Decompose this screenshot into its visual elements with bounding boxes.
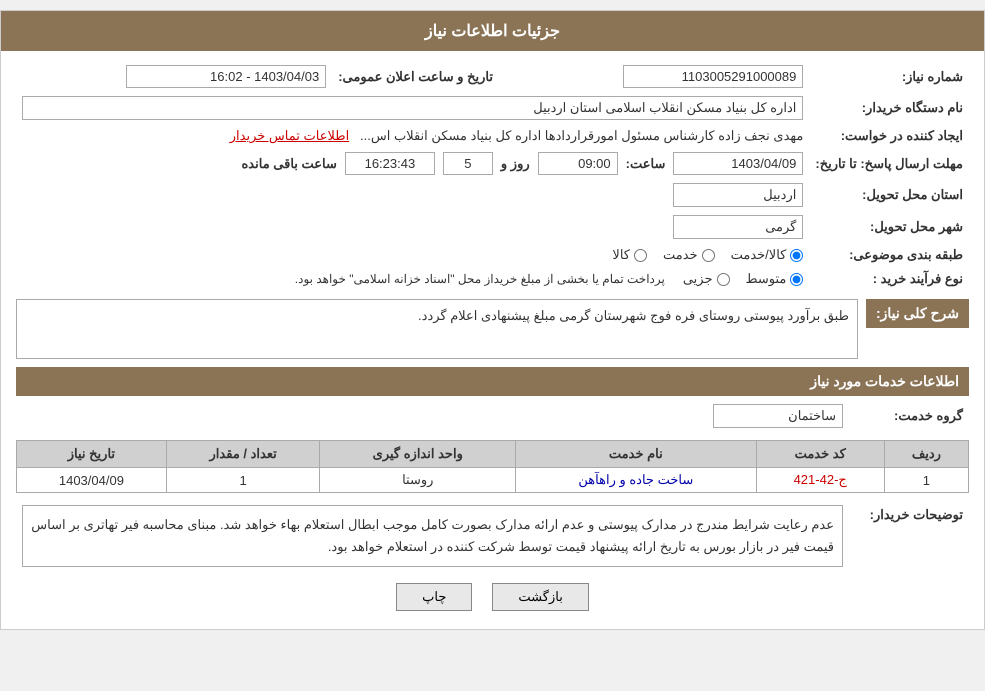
table-row: 1 ج-42-421 ساخت جاده و راهآهن روستا 1 14… (17, 468, 969, 493)
service-group-input: ساختمان (713, 404, 843, 428)
city-input: گرمی (673, 215, 803, 239)
col-date: تاریخ نیاز (17, 441, 167, 468)
category-label: طبقه بندی موضوعی: (809, 243, 969, 267)
description-section-title: شرح کلی نیاز: (866, 299, 969, 328)
city-label: شهر محل تحویل: (809, 211, 969, 243)
buyer-notes-label: توضیحات خریدار: (849, 501, 969, 571)
description-container: طبق برآورد پیوستی روستای فره فوج شهرستان… (16, 299, 858, 359)
need-number-input: 1103005291000089 (623, 65, 803, 88)
content-area: شماره نیاز: 1103005291000089 تاریخ و ساع… (1, 51, 984, 629)
services-table: ردیف کد خدمت نام خدمت واحد اندازه گیری ت… (16, 440, 969, 493)
deadline-time-label: ساعت: (626, 156, 666, 172)
col-unit: واحد اندازه گیری (320, 441, 516, 468)
process-value: جزیی متوسط پرداخت تمام یا بخشی از مبلغ خ… (16, 267, 809, 291)
buyer-org-value: اداره کل بنیاد مسکن انقلاب اسلامی استان … (16, 92, 809, 124)
deadline-day-label: روز و (501, 156, 530, 172)
page-header: جزئیات اطلاعات نیاز (1, 11, 984, 51)
process-radio-jozi[interactable] (717, 273, 730, 286)
cell-name: ساخت جاده و راهآهن (516, 468, 757, 493)
col-qty: تعداد / مقدار (166, 441, 320, 468)
category-radio-both[interactable] (790, 249, 803, 262)
category-option-2[interactable]: خدمت (663, 247, 715, 263)
category-label-khedmat: خدمت (663, 247, 698, 263)
buyer-notes-cell: عدم رعایت شرایط مندرج در مدارک پیوستی و … (16, 501, 849, 571)
service-group-label: گروه خدمت: (849, 400, 969, 432)
deadline-label: مهلت ارسال پاسخ: تا تاریخ: (809, 148, 969, 179)
process-note: پرداخت تمام یا بخشی از مبلغ خریداز محل "… (295, 272, 675, 286)
date-input: 1403/04/03 - 16:02 (126, 65, 326, 88)
process-radio-motavasset[interactable] (790, 273, 803, 286)
city-value: گرمی (16, 211, 809, 243)
services-section-title: اطلاعات خدمات مورد نیاز (16, 367, 969, 396)
col-code: کد خدمت (756, 441, 884, 468)
province-input: اردبیل (673, 183, 803, 207)
need-number-value: 1103005291000089 (523, 61, 809, 92)
contact-link[interactable]: اطلاعات تماس خریدار (230, 128, 349, 143)
service-group-value: ساختمان (16, 400, 849, 432)
category-label-both: کالا/خدمت (731, 247, 787, 263)
province-label: استان محل تحویل: (809, 179, 969, 211)
category-radio-kala[interactable] (634, 249, 647, 262)
cell-unit: روستا (320, 468, 516, 493)
buyer-org-input: اداره کل بنیاد مسکن انقلاب اسلامی استان … (22, 96, 803, 120)
buyer-notes-box: عدم رعایت شرایط مندرج در مدارک پیوستی و … (22, 505, 843, 567)
category-label-kala: کالا (612, 247, 630, 263)
page-title: جزئیات اطلاعات نیاز (425, 23, 560, 40)
category-option-3[interactable]: کالا/خدمت (731, 247, 804, 263)
category-radio-group: کالا خدمت کالا/خدمت (22, 247, 803, 263)
date-value: 1403/04/03 - 16:02 (16, 61, 332, 92)
deadline-remaining: 16:23:43 (345, 152, 435, 175)
buyer-notes-table: توضیحات خریدار: عدم رعایت شرایط مندرج در… (16, 501, 969, 571)
description-section: شرح کلی نیاز: طبق برآورد پیوستی روستای ف… (16, 299, 969, 359)
category-value: کالا خدمت کالا/خدمت (16, 243, 809, 267)
category-radio-khedmat[interactable] (702, 249, 715, 262)
deadline-time: 09:00 (538, 152, 618, 175)
province-value: اردبیل (16, 179, 809, 211)
col-name: نام خدمت (516, 441, 757, 468)
process-flex: جزیی متوسط پرداخت تمام یا بخشی از مبلغ خ… (22, 271, 803, 287)
deadline-date: 1403/04/09 (673, 152, 803, 175)
process-radio-group: جزیی متوسط (683, 271, 804, 287)
creator-value: مهدی نجف زاده کارشناس مسئول امورقرارداده… (16, 124, 809, 148)
date-label: تاریخ و ساعت اعلان عمومی: (332, 61, 503, 92)
creator-text: مهدی نجف زاده کارشناس مسئول امورقرارداده… (360, 128, 803, 143)
deadline-flex: 1403/04/09 ساعت: 09:00 روز و 5 16:23:43 … (22, 152, 803, 175)
page-wrapper: جزئیات اطلاعات نیاز شماره نیاز: 11030052… (0, 10, 985, 630)
process-label-jozi: جزیی (683, 271, 713, 287)
back-button[interactable]: بازگشت (492, 583, 588, 611)
cell-row-num: 1 (884, 468, 968, 493)
process-label-motavasset: متوسط (746, 271, 787, 287)
buyer-org-label: نام دستگاه خریدار: (809, 92, 969, 124)
buttons-row: بازگشت چاپ (16, 583, 969, 611)
col-row-num: ردیف (884, 441, 968, 468)
need-number-label: شماره نیاز: (809, 61, 969, 92)
deadline-row: 1403/04/09 ساعت: 09:00 روز و 5 16:23:43 … (16, 148, 809, 179)
category-option-1[interactable]: کالا (612, 247, 647, 263)
cell-date: 1403/04/09 (17, 468, 167, 493)
process-option-1[interactable]: جزیی (683, 271, 730, 287)
print-button[interactable]: چاپ (396, 583, 472, 611)
description-box: طبق برآورد پیوستی روستای فره فوج شهرستان… (16, 299, 858, 359)
deadline-days: 5 (443, 152, 493, 175)
process-option-2[interactable]: متوسط (746, 271, 804, 287)
creator-label: ایجاد کننده در خواست: (809, 124, 969, 148)
info-table-main: شماره نیاز: 1103005291000089 تاریخ و ساع… (16, 61, 969, 291)
deadline-remaining-label: ساعت باقی مانده (242, 156, 337, 172)
cell-qty: 1 (166, 468, 320, 493)
service-group-table: گروه خدمت: ساختمان (16, 400, 969, 432)
cell-code: ج-42-421 (756, 468, 884, 493)
process-label: نوع فرآیند خرید : (809, 267, 969, 291)
